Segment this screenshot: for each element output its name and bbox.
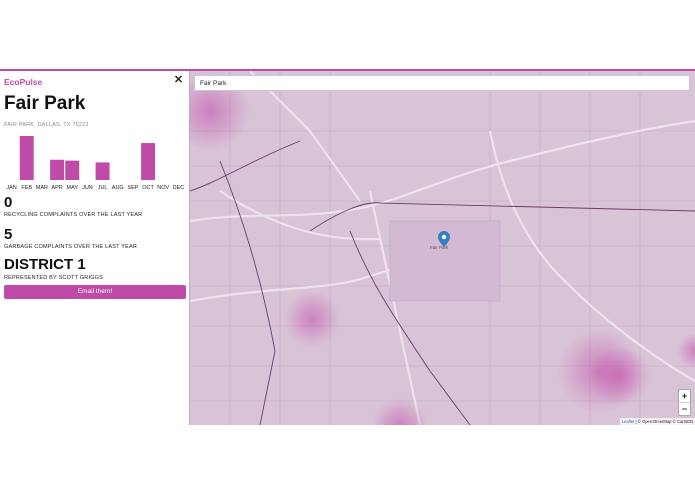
month-label-oct: OCT (142, 185, 154, 190)
sidebar: EcoPulse ✕ Fair Park FAIR PARK, DALLAS, … (0, 71, 190, 425)
search-input[interactable] (194, 75, 690, 91)
bar-may (65, 160, 80, 180)
osm-attribution[interactable]: © OpenStreetMap (638, 419, 672, 424)
email-button[interactable]: Email them! (4, 285, 186, 299)
bar-apr (50, 159, 65, 180)
month-label-may: MAY (66, 185, 78, 190)
month-label-jan: JAN (6, 185, 16, 190)
zoom-in-button[interactable]: + (679, 390, 690, 403)
month-label-apr: APR (51, 185, 62, 190)
monthly-complaints-chart: JAN FEB MAR APR MAY JUN JUL AUG SEP OCT NOV DEC (6, 136, 185, 190)
recycling-label: RECYCLING COMPLAINTS OVER THE LAST YEAR (4, 212, 143, 218)
month-label-jul: JUL (98, 185, 108, 190)
garbage-count: 5 (4, 226, 13, 243)
location-title: Fair Park (4, 93, 86, 114)
month-label-sep: SEP (127, 185, 138, 190)
carto-attribution[interactable]: © CartoDB (673, 419, 693, 424)
map-attribution: Leaflet | © OpenStreetMap © CartoDB (619, 418, 695, 425)
leaflet-link[interactable]: Leaflet (622, 419, 635, 424)
zoom-control: + − (678, 389, 691, 416)
close-icon[interactable]: ✕ (172, 74, 185, 87)
recycling-count: 0 (4, 194, 13, 211)
location-address: FAIR PARK, DALLAS, TX 75223 (4, 122, 89, 128)
bar-jul (95, 162, 110, 180)
month-label-mar: MAR (36, 185, 48, 190)
month-label-feb: FEB (21, 185, 32, 190)
representative-label: REPRESENTED BY SCOTT GRIGGS (4, 275, 104, 281)
app-frame: EcoPulse ✕ Fair Park FAIR PARK, DALLAS, … (0, 69, 695, 425)
month-label-jun: JUN (82, 185, 93, 190)
bar-oct (141, 143, 156, 180)
brand-logo[interactable]: EcoPulse (4, 77, 42, 87)
map[interactable]: Fair Park + − Leaflet | © OpenStreetMap … (190, 71, 695, 425)
month-label-aug: AUG (112, 185, 124, 190)
zoom-out-button[interactable]: − (679, 403, 690, 415)
garbage-label: GARBAGE COMPLAINTS OVER THE LAST YEAR (4, 244, 138, 250)
district-name: DISTRICT 1 (4, 256, 86, 273)
month-label-nov: NOV (157, 185, 169, 190)
month-label-dec: DEC (173, 185, 185, 190)
pin-label: Fair Park (430, 245, 449, 250)
bar-feb (19, 136, 34, 180)
